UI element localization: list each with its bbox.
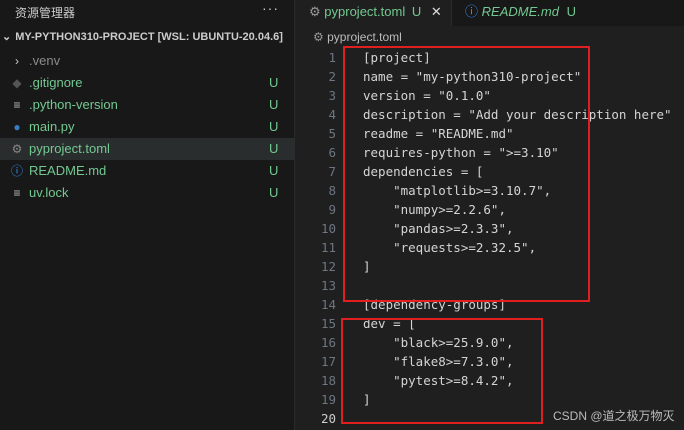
tab-status: U (411, 4, 422, 19)
file-name: uv.lock (29, 185, 69, 200)
line-number: 5 (328, 126, 336, 141)
project-folder-header[interactable]: ⌄ MY-PYTHON310-PROJECT [WSL: UBUNTU-20.04… (0, 30, 283, 48)
watermark: CSDN @道之极万物灭 (553, 409, 675, 423)
info-icon: ⓘ (10, 164, 23, 178)
project-name: MY-PYTHON310-PROJECT [WSL: UBUNTU-20.04.… (15, 31, 283, 43)
line-number: 14 (320, 297, 336, 312)
python-icon: ● (13, 120, 21, 134)
line-number: 8 (328, 183, 336, 198)
line-number: 17 (320, 354, 336, 369)
file-name: .gitignore (29, 75, 83, 90)
git-status: U (269, 119, 279, 134)
gear-icon: ⚙ (309, 4, 321, 19)
tab-bar: ⚙ pyproject.toml U ✕ ⓘ README.md U (295, 0, 684, 26)
file-item[interactable]: › .venv (0, 50, 294, 72)
explorer-sidebar: 资源管理器 ··· ⌄ MY-PYTHON310-PROJECT [WSL: UB… (0, 0, 295, 430)
gear-icon: ⚙ (11, 142, 23, 156)
git-status: U (269, 75, 279, 90)
git-icon: ◆ (12, 76, 22, 90)
git-status: U (269, 97, 279, 112)
highlight-box-dev (341, 318, 543, 424)
file-name: README.md (29, 163, 107, 178)
file-item[interactable]: ⓘ README.md U (0, 160, 294, 182)
tab-status: U (566, 4, 576, 19)
lines-icon: ≡ (13, 186, 21, 200)
line-number: 7 (328, 164, 336, 179)
breadcrumb[interactable]: ⚙ pyproject.toml (313, 30, 402, 44)
line-number: 11 (320, 240, 336, 255)
tab-label: pyproject.toml (324, 4, 406, 19)
file-item[interactable]: ◆ .gitignore U (0, 72, 294, 94)
line-number: 3 (328, 88, 336, 103)
line-number: 9 (328, 202, 336, 217)
line-number: 6 (328, 145, 336, 160)
chevron-down-icon: ⌄ (2, 31, 12, 43)
breadcrumb-file: pyproject.toml (327, 30, 402, 44)
file-item[interactable]: ● main.py U (0, 116, 294, 138)
line-number: 15 (320, 316, 336, 331)
more-actions-button[interactable]: ··· (262, 0, 279, 16)
tab-readme[interactable]: ⓘ README.md U (465, 0, 576, 26)
chevron-right-icon: › (15, 54, 19, 68)
tab-label: README.md (481, 4, 559, 19)
git-status: U (269, 141, 279, 156)
line-number: 10 (320, 221, 336, 236)
line-number: 19 (320, 392, 336, 407)
file-name: .python-version (29, 97, 118, 112)
info-icon: ⓘ (465, 4, 479, 19)
line-number: 1 (328, 50, 336, 65)
line-number: 18 (320, 373, 336, 388)
gear-icon: ⚙ (313, 30, 324, 44)
file-item[interactable]: ⚙ pyproject.toml U (0, 138, 294, 160)
file-name: main.py (29, 119, 75, 134)
line-number: 2 (328, 69, 336, 84)
git-status: U (269, 185, 279, 200)
file-item[interactable]: ≡ .python-version U (0, 94, 294, 116)
file-name: .venv (29, 53, 61, 68)
tab-pyproject[interactable]: ⚙ pyproject.toml U ✕ (295, 0, 452, 26)
line-number: 20 (320, 411, 336, 426)
git-status: U (269, 163, 279, 178)
file-item[interactable]: ≡ uv.lock U (0, 182, 294, 204)
close-icon[interactable]: ✕ (431, 4, 442, 19)
line-number: 4 (328, 107, 336, 122)
file-name: pyproject.toml (29, 141, 110, 156)
line-number: 12 (320, 259, 336, 274)
lines-icon: ≡ (13, 98, 21, 112)
line-number: 16 (320, 335, 336, 350)
highlight-box-project (343, 46, 590, 302)
line-number: 13 (320, 278, 336, 293)
explorer-title: 资源管理器 (15, 6, 76, 20)
